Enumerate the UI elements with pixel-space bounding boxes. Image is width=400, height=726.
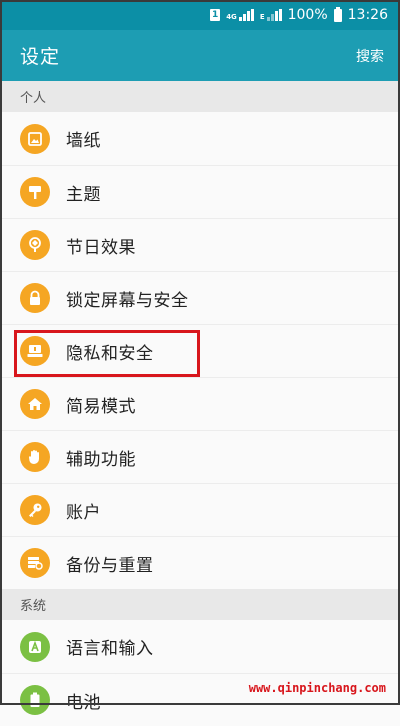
signal-bars2-icon <box>266 9 282 21</box>
section-header-personal: 个人 <box>0 81 400 112</box>
settings-item-accounts[interactable]: 账户 <box>0 483 400 536</box>
sim-icon: 1 <box>210 9 221 21</box>
festival-effect-icon <box>20 230 50 260</box>
settings-item-label: 备份与重置 <box>66 555 154 576</box>
settings-item-privacy[interactable]: 隐私和安全 <box>0 324 400 377</box>
section-header-system: 系统 <box>0 589 400 620</box>
theme-icon <box>20 177 50 207</box>
key-icon <box>20 495 50 525</box>
settings-item-backup-reset[interactable]: 备份与重置 <box>0 536 400 589</box>
wallpaper-icon <box>20 123 50 154</box>
signal-bars-icon <box>238 9 254 21</box>
highlight-box <box>14 330 200 377</box>
settings-item-label: 账户 <box>66 502 101 523</box>
network-type2-label: E <box>259 13 265 21</box>
settings-item-language-input[interactable]: 语言和输入 <box>0 620 400 673</box>
settings-item-lock-screen[interactable]: 锁定屏幕与安全 <box>0 271 400 324</box>
settings-item-label: 节日效果 <box>66 237 136 258</box>
settings-item-label: 锁定屏幕与安全 <box>66 290 189 311</box>
battery-status-icon <box>333 6 342 22</box>
toolbar: 设定 搜索 <box>0 30 400 81</box>
hand-icon <box>20 442 50 472</box>
battery-icon <box>20 685 50 715</box>
network-type-label: 4G <box>226 13 237 21</box>
clock: 13:26 <box>347 7 388 23</box>
search-button[interactable]: 搜索 <box>356 46 384 66</box>
settings-item-wallpaper[interactable]: 墙纸 <box>0 112 400 165</box>
backup-icon <box>20 548 50 578</box>
language-icon <box>20 631 50 662</box>
settings-item-festival-effect[interactable]: 节日效果 <box>0 218 400 271</box>
battery-percent: 100% <box>287 7 328 23</box>
settings-item-accessibility[interactable]: 辅助功能 <box>0 430 400 483</box>
settings-item-easy-mode[interactable]: 简易模式 <box>0 377 400 430</box>
settings-item-label: 简易模式 <box>66 396 136 417</box>
lock-icon <box>20 283 50 313</box>
settings-item-label: 辅助功能 <box>66 449 136 470</box>
watermark: www.qinpinchang.com <box>248 681 386 695</box>
easy-mode-icon <box>20 389 50 419</box>
settings-item-label: 主题 <box>66 184 101 205</box>
status-bar: 1 4G E 100% 13:26 <box>0 0 400 30</box>
settings-item-theme[interactable]: 主题 <box>0 165 400 218</box>
network-e-icon: E <box>260 9 282 21</box>
settings-item-label: 语言和输入 <box>66 639 154 659</box>
settings-item-label: 电池 <box>66 692 101 713</box>
page-title: 设定 <box>20 46 61 68</box>
settings-item-label: 墙纸 <box>66 131 101 151</box>
network-icon: 4G <box>226 9 254 21</box>
